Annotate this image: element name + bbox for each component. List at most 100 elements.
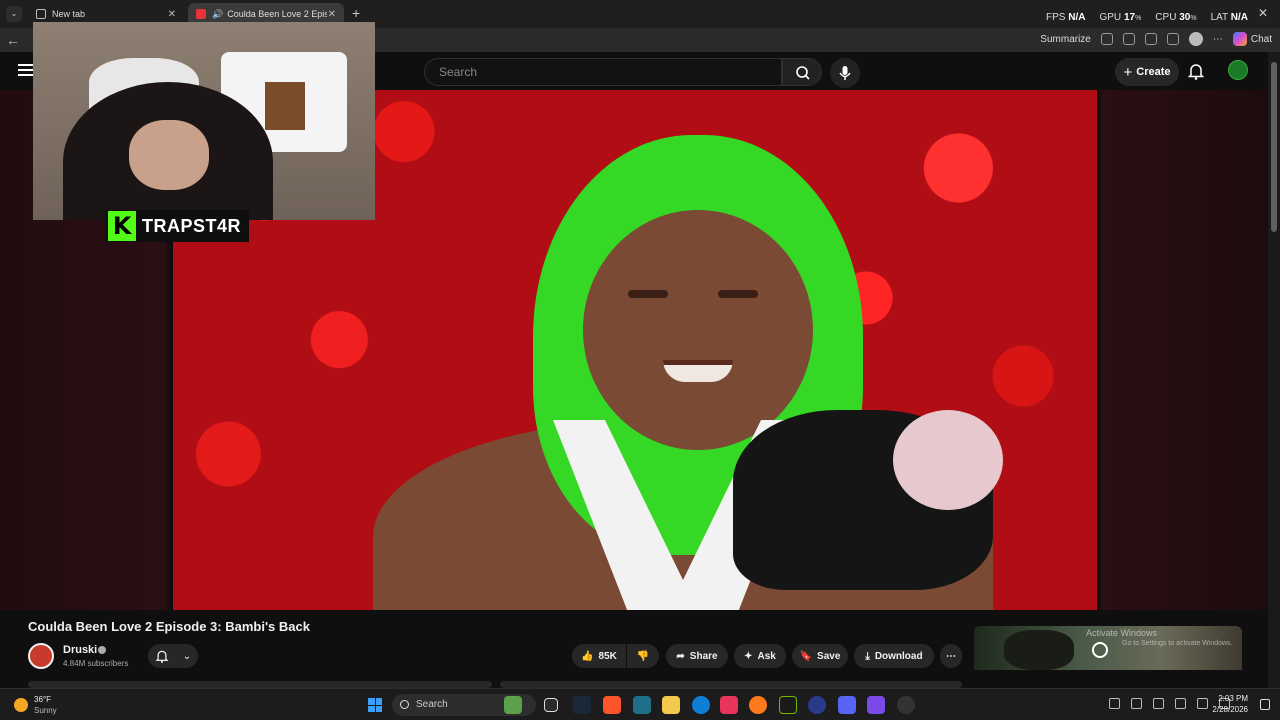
performance-overlay: FPS N/A GPU 17% CPU 30% LAT N/A — [1046, 12, 1248, 23]
search-button[interactable] — [782, 58, 822, 86]
channel-avatar[interactable] — [28, 643, 54, 669]
obs-icon[interactable] — [808, 696, 826, 714]
below-fold-row — [0, 679, 1268, 688]
thumbnail-figure — [1004, 630, 1074, 670]
share-button[interactable]: ➦ Share — [666, 644, 728, 668]
description-box-edge — [28, 681, 492, 688]
browser-toolbar: Summarize ⋯ Chat — [1040, 32, 1272, 46]
cpu-readout: CPU 30% — [1155, 12, 1197, 23]
chevron-down-icon: ⌄ — [182, 650, 192, 662]
more-actions-button[interactable]: ⋯ — [940, 644, 962, 668]
speaker-icon[interactable]: 🔊 — [212, 9, 223, 20]
download-button[interactable]: ⤓ Download — [854, 644, 934, 668]
apps-grid-icon[interactable] — [867, 696, 885, 714]
clock-time[interactable]: 2:03 PM — [1218, 694, 1248, 703]
more-dots-icon: ⋯ — [946, 650, 956, 662]
video-subject-eye — [628, 290, 668, 298]
bell-icon — [155, 650, 169, 663]
notifications-bell-icon[interactable] — [1187, 62, 1205, 85]
reader-icon[interactable] — [1100, 33, 1113, 45]
activate-windows-watermark: Activate Windows — [1086, 628, 1158, 638]
tray-overflow-icon[interactable] — [1109, 698, 1120, 709]
close-tab-icon[interactable]: ✕ — [168, 9, 176, 20]
search-icon — [400, 700, 409, 709]
search-highlight-icon — [504, 696, 522, 714]
like-button[interactable]: 👍 85K — [572, 644, 626, 668]
sun-weather-icon[interactable] — [14, 698, 28, 712]
webcam-streamer-hand — [129, 120, 209, 190]
weather-condition[interactable]: Sunny — [34, 706, 57, 715]
verified-badge-icon — [98, 646, 106, 654]
brave-browser-icon[interactable] — [603, 696, 621, 714]
voice-search-button[interactable] — [830, 58, 860, 88]
chips-row-edge — [500, 681, 962, 688]
new-tab-icon — [36, 9, 46, 19]
favorite-star-icon[interactable] — [1122, 33, 1135, 45]
plus-icon: + — [1123, 63, 1133, 81]
profile-avatar[interactable] — [1188, 32, 1203, 46]
music-app-icon[interactable] — [897, 696, 915, 714]
extensions-icon[interactable] — [1144, 33, 1157, 45]
video-baby-hat — [893, 410, 1003, 510]
new-tab-button[interactable]: + — [352, 5, 360, 21]
scrollbar-thumb[interactable] — [1271, 62, 1277, 232]
download-label: Download — [874, 650, 923, 662]
display-tray-icon[interactable] — [1197, 698, 1208, 709]
download-icon: ⤓ — [865, 650, 870, 662]
microphone-tray-icon[interactable] — [1175, 698, 1186, 709]
create-button[interactable]: + Create — [1115, 58, 1179, 86]
menu-icon[interactable] — [18, 64, 34, 76]
thumbs-down-icon: 👎 — [636, 650, 650, 662]
firefox-icon[interactable] — [749, 696, 767, 714]
search-icon — [796, 66, 810, 80]
lat-readout: LAT N/A — [1210, 12, 1248, 23]
window-close-icon[interactable]: ✕ — [1258, 6, 1268, 20]
close-tab-icon[interactable]: ✕ — [328, 9, 336, 20]
webcam-shirt-print — [265, 82, 305, 130]
back-arrow-icon[interactable]: ← — [6, 32, 20, 48]
recommended-video-thumbnail[interactable]: Activate Windows Go to Settings to activ… — [974, 626, 1242, 670]
video-subject-eye — [718, 290, 758, 298]
bookmark-icon: 🔖 — [799, 650, 813, 662]
copilot-icon — [1232, 32, 1247, 46]
copilot-chat-button[interactable]: Chat — [1232, 32, 1272, 46]
task-view-icon[interactable] — [544, 698, 558, 712]
subscription-notifications-button[interactable]: ⌄ — [148, 644, 198, 668]
notepad-icon[interactable] — [633, 696, 651, 714]
video-subject-face — [583, 210, 813, 450]
video-title: Coulda Been Love 2 Episode 3: Bambi's Ba… — [28, 619, 310, 634]
file-explorer-icon[interactable] — [662, 696, 680, 714]
favorites-icon[interactable] — [1166, 33, 1179, 45]
summarize-button[interactable]: Summarize — [1040, 34, 1091, 45]
tiktok-icon[interactable] — [720, 696, 738, 714]
nvidia-icon[interactable] — [779, 696, 797, 714]
network-tray-icon[interactable] — [1153, 698, 1164, 709]
tab-actions-menu-button[interactable]: ⌄ — [6, 6, 22, 22]
tab-label: New tab — [52, 9, 86, 19]
share-arrow-icon: ➦ — [676, 650, 685, 662]
page-scrollbar[interactable] — [1268, 52, 1280, 688]
ask-button[interactable]: ✦ Ask — [734, 644, 786, 668]
dislike-button[interactable]: 👎 — [627, 644, 659, 668]
channel-name[interactable]: Druski — [63, 644, 97, 656]
ask-label: Ask — [757, 650, 776, 662]
sparkle-icon: ✦ — [744, 650, 753, 662]
steam-icon[interactable] — [573, 696, 591, 714]
discord-icon[interactable] — [838, 696, 856, 714]
gpu-readout: GPU 17% — [1099, 12, 1142, 23]
windows-start-icon[interactable] — [368, 698, 382, 712]
search-input[interactable]: Search — [424, 58, 782, 86]
more-options-icon[interactable]: ⋯ — [1213, 34, 1223, 45]
streamer-name: TRAPST4R — [142, 215, 242, 236]
notification-center-icon[interactable] — [1260, 699, 1270, 710]
steam-tray-icon[interactable] — [1131, 698, 1142, 709]
save-button[interactable]: 🔖 Save — [792, 644, 848, 668]
edge-browser-icon[interactable] — [692, 696, 710, 714]
weather-temperature[interactable]: 36°F — [34, 695, 51, 704]
youtube-icon — [196, 9, 206, 19]
clock-date[interactable]: 2/28/2026 — [1212, 705, 1248, 714]
chat-label: Chat — [1250, 33, 1272, 45]
account-avatar[interactable] — [1228, 60, 1248, 80]
fps-readout: FPS N/A — [1046, 12, 1086, 23]
microphone-icon — [839, 66, 851, 80]
